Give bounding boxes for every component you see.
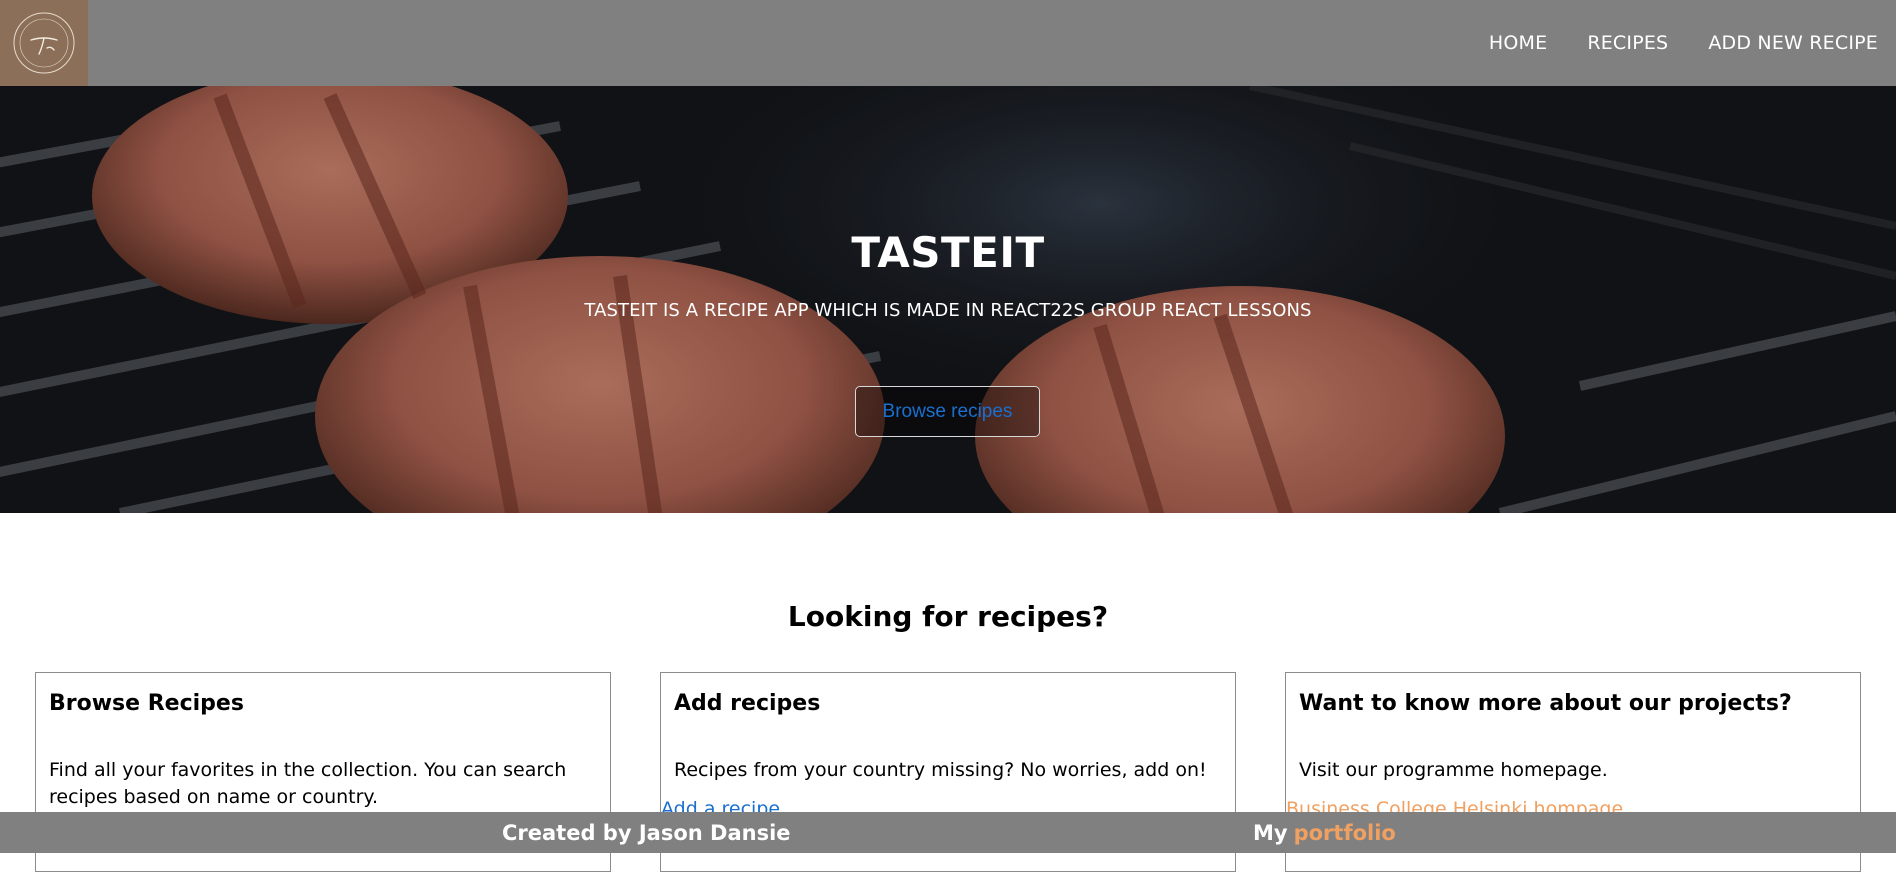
card-title: Want to know more about our projects?: [1299, 691, 1792, 716]
nav-link-home[interactable]: HOME: [1489, 32, 1547, 54]
card-text: Recipes from your country missing? No wo…: [674, 759, 1207, 781]
hero-banner: TASTEIT TASTEIT IS A RECIPE APP WHICH IS…: [0, 86, 1896, 513]
footer-credit: Created by Jason Dansie: [502, 820, 791, 845]
footer-my-label: My: [1253, 820, 1288, 845]
card-text: Find all your favorites in the collectio…: [49, 759, 567, 808]
card-title: Browse Recipes: [49, 691, 244, 716]
section-title: Looking for recipes?: [787, 600, 1109, 633]
tasteit-logo-icon[interactable]: [0, 0, 88, 86]
footer-portfolio: My portfolio: [1253, 812, 1396, 853]
navbar: HOME RECIPES ADD NEW RECIPE: [0, 0, 1896, 86]
browse-recipes-button[interactable]: Browse recipes: [855, 386, 1040, 437]
portfolio-link[interactable]: portfolio: [1294, 821, 1396, 845]
nav-link-add-new-recipe[interactable]: ADD NEW RECIPE: [1708, 32, 1878, 54]
nav-links: HOME RECIPES ADD NEW RECIPE: [1489, 0, 1878, 86]
card-text: Visit our programme homepage.: [1299, 759, 1608, 781]
hero-subtitle: TASTEIT IS A RECIPE APP WHICH IS MADE IN…: [584, 300, 1312, 321]
card-title: Add recipes: [674, 691, 821, 716]
hero-title: TASTEIT: [851, 228, 1045, 277]
nav-link-recipes[interactable]: RECIPES: [1587, 32, 1668, 54]
footer: Created by Jason Dansie My portfolio: [0, 812, 1896, 853]
